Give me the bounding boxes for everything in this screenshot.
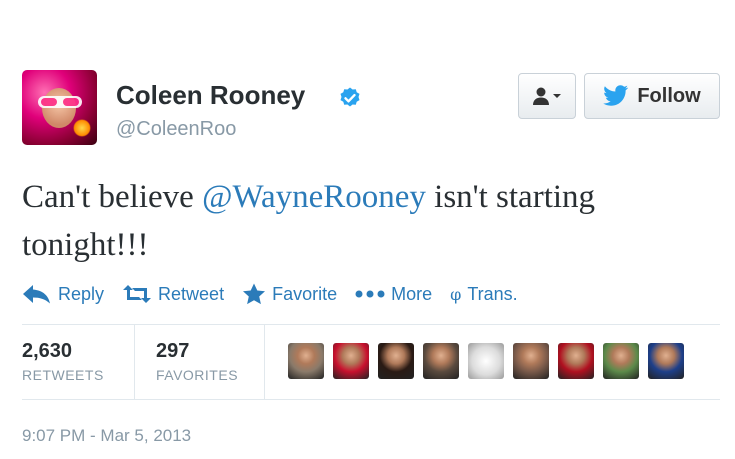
follow-button-label: Follow — [637, 84, 701, 107]
user-handle[interactable]: @ColeenRoo — [116, 118, 236, 141]
avatar-sparkle — [73, 119, 91, 137]
favoriter-avatar[interactable] — [378, 343, 414, 379]
favorites-label: FAVORITES — [156, 367, 239, 383]
favoriters-list — [288, 343, 684, 379]
translate-action[interactable]: φ Trans. — [450, 284, 518, 305]
stats-bottom-divider — [22, 399, 720, 400]
reply-action[interactable]: Reply — [22, 284, 104, 305]
tweet-mention-link[interactable]: @WayneRooney — [202, 179, 426, 215]
profile-avatar[interactable] — [22, 70, 97, 145]
user-actions-button[interactable] — [518, 73, 576, 119]
retweet-label: Retweet — [158, 283, 225, 304]
more-dots-icon — [355, 290, 385, 298]
reply-icon — [23, 285, 50, 304]
favorites-count: 297 — [156, 340, 190, 362]
favoriter-avatar[interactable] — [468, 343, 504, 379]
stats-top-divider — [22, 324, 720, 325]
tweet-text: Can't believe @WayneRooney isn't startin… — [22, 173, 722, 269]
tweet-timestamp[interactable]: 9:07 PM - Mar 5, 2013 — [22, 426, 191, 446]
verified-badge-icon — [340, 87, 360, 107]
favoriter-avatar[interactable] — [513, 343, 549, 379]
avatar-face — [42, 88, 76, 128]
retweet-action[interactable]: Retweet — [122, 283, 224, 305]
more-action[interactable]: More — [355, 284, 432, 305]
tweet-text-before: Can't believe — [22, 179, 203, 215]
favorite-label: Favorite — [272, 283, 338, 304]
favoriter-avatar[interactable] — [648, 343, 684, 379]
star-icon — [243, 283, 266, 305]
tweet-actions: Reply Retweet Favorite More φ Trans. — [22, 280, 536, 308]
translate-icon: φ — [450, 284, 462, 304]
stats-divider-1 — [134, 324, 135, 399]
translate-label: Trans. — [467, 283, 518, 304]
stats-divider-2 — [264, 324, 265, 399]
retweets-label: RETWEETS — [22, 367, 104, 383]
display-name[interactable]: Coleen Rooney — [116, 80, 305, 111]
retweets-count: 2,630 — [22, 340, 73, 362]
retweet-icon — [123, 285, 152, 303]
favorite-action[interactable]: Favorite — [242, 283, 337, 305]
user-icon — [533, 87, 561, 105]
favoriter-avatar[interactable] — [423, 343, 459, 379]
bird-icon — [603, 85, 629, 106]
follow-button[interactable]: Follow — [584, 73, 720, 119]
favoriter-avatar[interactable] — [558, 343, 594, 379]
favoriter-avatar[interactable] — [333, 343, 369, 379]
avatar-glasses — [38, 96, 82, 108]
more-label: More — [391, 283, 433, 304]
favoriter-avatar[interactable] — [288, 343, 324, 379]
reply-label: Reply — [58, 283, 105, 304]
favoriter-avatar[interactable] — [603, 343, 639, 379]
chevron-down-icon — [553, 94, 561, 98]
